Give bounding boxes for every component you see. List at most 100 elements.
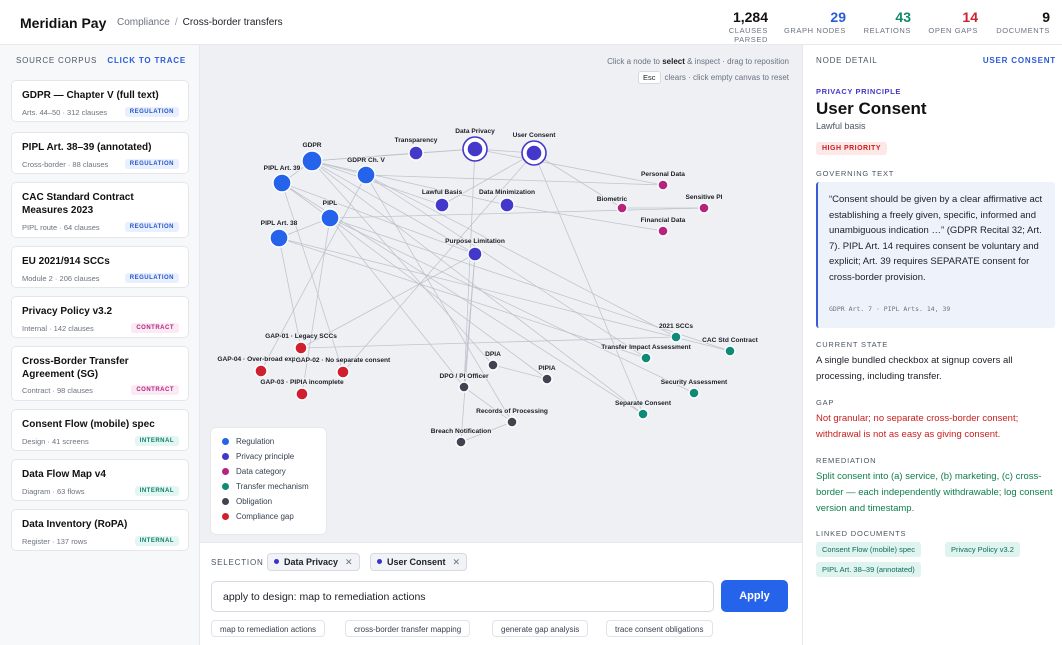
graph-node-gdpr[interactable]: GDPR bbox=[301, 141, 323, 172]
graph-node-breach[interactable]: Breach Notification bbox=[430, 427, 492, 448]
node-circle[interactable] bbox=[408, 145, 424, 161]
legend-dot bbox=[222, 468, 229, 475]
node-circle[interactable] bbox=[688, 387, 700, 399]
node-circle[interactable] bbox=[637, 408, 649, 420]
graph-node-dpo[interactable]: DPO / PI Officer bbox=[438, 372, 490, 393]
governing-reference: GDPR Art. 7 · PIPL Arts. 14, 39 bbox=[829, 305, 951, 313]
node-circle[interactable] bbox=[487, 359, 499, 371]
canvas-hint: Click a node to select & inspect · drag … bbox=[607, 57, 789, 66]
node-circle[interactable] bbox=[616, 202, 628, 214]
graph-node-consent[interactable]: User Consent bbox=[512, 131, 557, 166]
node-circle[interactable] bbox=[506, 416, 518, 428]
node-circle[interactable] bbox=[295, 387, 309, 401]
graph-edge bbox=[329, 217, 731, 352]
graph-canvas[interactable]: GDPR GDPR Ch. V PIPL Art. 39 PIPL PIPL Art. … bbox=[200, 45, 802, 542]
node-circle[interactable] bbox=[272, 173, 292, 193]
close-icon[interactable]: ✕ bbox=[345, 557, 353, 567]
node-detail-panel: NODE DETAIL USER CONSENT PRIVACY PRINCIP… bbox=[802, 45, 1062, 645]
suggestion-chip[interactable]: trace consent obligations bbox=[606, 620, 713, 637]
node-circle[interactable] bbox=[640, 352, 652, 364]
node-circle[interactable] bbox=[724, 345, 736, 357]
graph-node-gap02[interactable]: GAP-02 · No separate consent bbox=[295, 356, 392, 379]
node-link[interactable]: USER CONSENT bbox=[983, 56, 1056, 65]
document-card[interactable]: Cross-Border Transfer Agreement (SG) Con… bbox=[11, 346, 189, 401]
graph-node-scc2021[interactable]: 2021 SCCs bbox=[658, 322, 694, 343]
document-card[interactable]: EU 2021/914 SCCs Module 2 · 206 clauses … bbox=[11, 246, 189, 288]
node-label: Personal Data bbox=[641, 171, 685, 178]
section-label: CURRENT STATE bbox=[816, 340, 889, 349]
node-circle[interactable] bbox=[434, 197, 450, 213]
node-label: 2021 SCCs bbox=[659, 323, 693, 330]
click-to-trace-link[interactable]: CLICK TO TRACE bbox=[107, 56, 186, 65]
node-circle[interactable] bbox=[657, 225, 669, 237]
node-circle[interactable] bbox=[356, 165, 376, 185]
node-circle[interactable] bbox=[269, 228, 289, 248]
linked-document-chip[interactable]: Privacy Policy v3.2 bbox=[945, 542, 1020, 557]
document-meta: Design · 41 screens bbox=[22, 437, 89, 446]
linked-document-chip[interactable]: Consent Flow (mobile) spec bbox=[816, 542, 921, 557]
brand-logo[interactable]: Meridian Pay bbox=[20, 15, 106, 31]
linked-document-chip[interactable]: PIPL Art. 38–39 (annotated) bbox=[816, 562, 921, 577]
document-title: GDPR — Chapter V (full text) bbox=[22, 90, 159, 101]
graph-node-transp[interactable]: Transparency bbox=[394, 136, 439, 161]
document-card[interactable]: Consent Flow (mobile) spec Design · 41 s… bbox=[11, 409, 189, 451]
document-card[interactable]: Data Inventory (RoPA) Register · 137 row… bbox=[11, 509, 189, 551]
selection-chip-data-privacy[interactable]: Data Privacy ✕ bbox=[267, 553, 360, 571]
document-card[interactable]: PIPL Art. 38–39 (annotated) Cross-border… bbox=[11, 132, 189, 174]
graph-node-gap03[interactable]: GAP-03 · PIPIA incomplete bbox=[259, 378, 345, 401]
graph-node-gap04[interactable]: GAP-04 · Over-broad export bbox=[216, 355, 306, 378]
chip-dot bbox=[377, 559, 382, 564]
node-circle[interactable] bbox=[336, 365, 350, 379]
stat-label: RELATIONS bbox=[863, 26, 911, 35]
graph-node-purpose[interactable]: Purpose Limitation bbox=[444, 237, 506, 262]
close-icon[interactable]: ✕ bbox=[453, 557, 461, 567]
suggestion-chip[interactable]: cross-border transfer mapping bbox=[345, 620, 471, 637]
legend-dot bbox=[222, 498, 229, 505]
document-card[interactable]: Privacy Policy v3.2 Internal · 142 claus… bbox=[11, 296, 189, 338]
graph-node-pipl[interactable]: PIPL bbox=[320, 199, 340, 228]
node-circle[interactable] bbox=[320, 208, 340, 228]
graph-node-dpia[interactable]: DPIA bbox=[484, 350, 502, 371]
graph-node-sepconsent[interactable]: Separate Consent bbox=[614, 399, 673, 420]
node-circle[interactable] bbox=[657, 179, 669, 191]
node-circle[interactable] bbox=[698, 202, 710, 214]
graph-node-personal[interactable]: Personal Data bbox=[640, 170, 686, 191]
node-circle[interactable] bbox=[466, 140, 484, 158]
graph-node-tia[interactable]: Transfer Impact Assessment bbox=[600, 343, 693, 364]
graph-node-pipl38[interactable]: PIPL Art. 38 bbox=[260, 219, 299, 248]
prompt-input[interactable] bbox=[211, 581, 714, 612]
legend-label: Privacy principle bbox=[236, 452, 295, 461]
legend-item: Privacy principle bbox=[222, 452, 294, 461]
selection-chip-user-consent[interactable]: User Consent ✕ bbox=[370, 553, 468, 571]
document-card[interactable]: CAC Standard Contract Measures 2023 PIPL… bbox=[11, 182, 189, 238]
graph-node-financial[interactable]: Financial Data bbox=[640, 216, 687, 237]
document-tag: REGULATION bbox=[124, 159, 179, 169]
stat-clauses-parsed: 1,284 CLAUSES PARSED bbox=[708, 9, 768, 44]
node-circle[interactable] bbox=[499, 197, 515, 213]
node-circle[interactable] bbox=[301, 150, 323, 172]
node-circle[interactable] bbox=[541, 373, 553, 385]
section-label: LINKED DOCUMENTS bbox=[816, 529, 907, 538]
document-card[interactable]: Data Flow Map v4 Diagram · 63 flows INTE… bbox=[11, 459, 189, 501]
node-circle[interactable] bbox=[455, 436, 467, 448]
suggestion-chip[interactable]: generate gap analysis bbox=[492, 620, 589, 637]
suggestion-chip[interactable]: map to remediation actions bbox=[211, 620, 326, 637]
legend-label: Obligation bbox=[236, 497, 273, 506]
breadcrumb-item-compliance[interactable]: Compliance bbox=[117, 17, 170, 28]
graph-node-sensitive[interactable]: Sensitive PI bbox=[684, 193, 724, 214]
apply-button[interactable]: Apply bbox=[721, 580, 788, 612]
node-circle[interactable] bbox=[670, 331, 682, 343]
panel-title: NODE DETAIL bbox=[816, 56, 878, 65]
graph-node-secassess[interactable]: Security Assessment bbox=[660, 378, 729, 399]
stat-value: 29 bbox=[830, 9, 846, 25]
legend-label: Regulation bbox=[236, 437, 275, 446]
node-circle[interactable] bbox=[254, 364, 268, 378]
graph-node-dataprivacy[interactable]: Data Privacy bbox=[454, 127, 496, 162]
node-circle[interactable] bbox=[294, 341, 308, 355]
node-circle[interactable] bbox=[458, 381, 470, 393]
node-circle[interactable] bbox=[525, 144, 543, 162]
node-circle[interactable] bbox=[467, 246, 483, 262]
graph-node-records[interactable]: Records of Processing bbox=[475, 407, 549, 428]
stat-label: CLAUSES PARSED bbox=[728, 26, 768, 44]
document-card[interactable]: GDPR — Chapter V (full text) Arts. 44–50… bbox=[11, 80, 189, 122]
